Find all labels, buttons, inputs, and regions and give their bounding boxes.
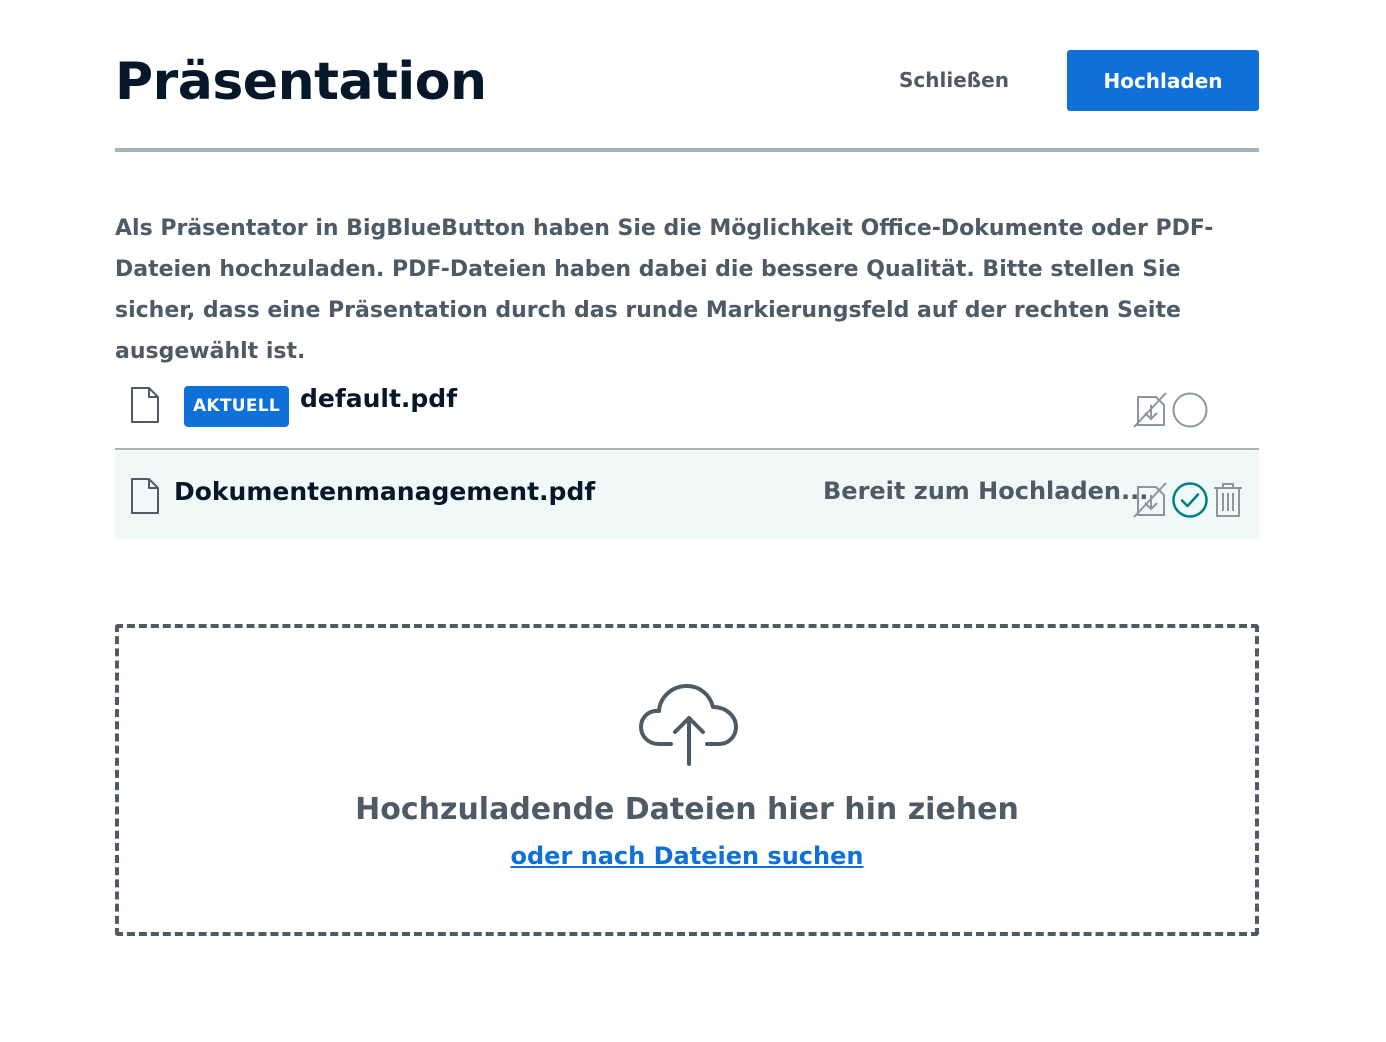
browse-files-link-wrapper: oder nach Dateien suchen: [119, 842, 1255, 870]
upload-button[interactable]: Hochladen: [1067, 50, 1259, 111]
close-button[interactable]: Schließen: [873, 50, 1035, 110]
radio-unchecked-icon[interactable]: [1171, 391, 1209, 429]
download-disabled-icon[interactable]: [1132, 481, 1170, 519]
cloud-upload-icon: [639, 684, 738, 766]
file-icon: [131, 478, 159, 514]
file-name: Dokumentenmanagement.pdf: [174, 477, 596, 506]
file-name: default.pdf: [300, 384, 458, 413]
upload-description: Als Präsentator in BigBlueButton haben S…: [115, 216, 1214, 364]
file-icon: [131, 387, 159, 423]
modal-header: Präsentation Schließen Hochladen: [115, 44, 1259, 152]
upload-status: Bereit zum Hochladen...: [823, 477, 1149, 505]
file-row-dokumentenmanagement: Dokumentenmanagement.pdf Bereit zum Hoch…: [115, 451, 1259, 539]
download-disabled-icon[interactable]: [1132, 391, 1170, 429]
current-badge: AKTUELL: [184, 386, 289, 427]
file-row-default: AKTUELL default.pdf: [115, 362, 1259, 450]
presentation-upload-modal: Präsentation Schließen Hochladen Als Prä…: [0, 0, 1386, 1042]
page-title: Präsentation: [115, 52, 487, 112]
radio-checked-icon[interactable]: [1171, 481, 1209, 519]
file-dropzone[interactable]: Hochzuladende Dateien hier hin ziehen od…: [115, 624, 1259, 936]
browse-files-link[interactable]: oder nach Dateien suchen: [511, 842, 864, 870]
trash-icon[interactable]: [1209, 481, 1247, 519]
dropzone-title: Hochzuladende Dateien hier hin ziehen: [355, 792, 1019, 827]
